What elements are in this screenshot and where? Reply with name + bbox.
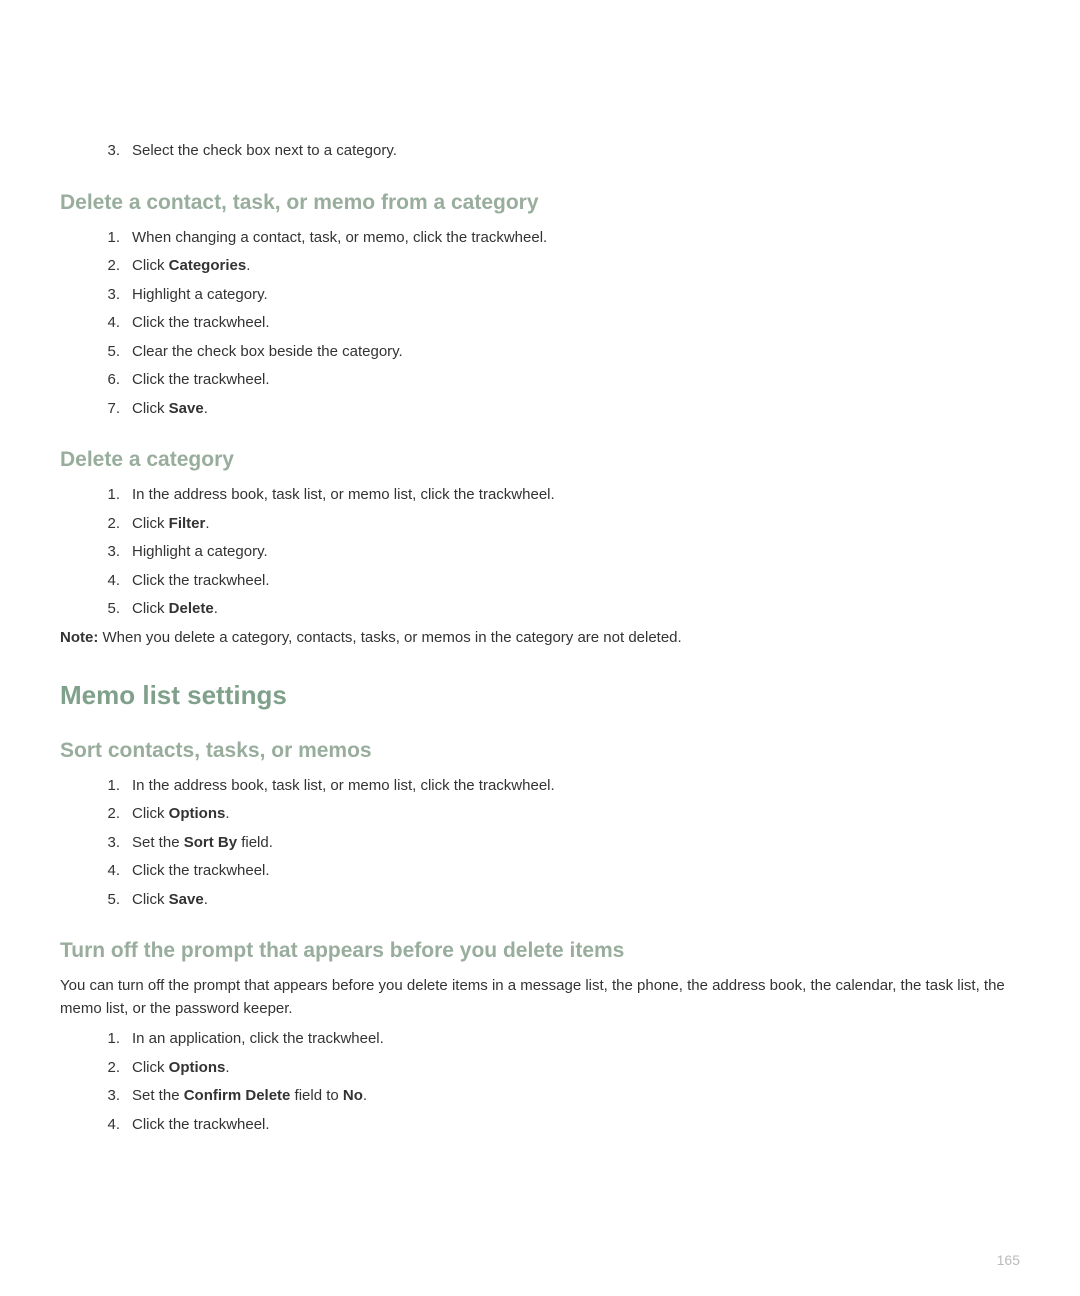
step-number: 1. bbox=[96, 227, 132, 250]
list-item: 5.Click Save. bbox=[60, 889, 1020, 912]
list-item: 4.Click the trackwheel. bbox=[60, 570, 1020, 593]
step-number: 1. bbox=[96, 775, 132, 798]
list-item: 5.Clear the check box beside the categor… bbox=[60, 341, 1020, 364]
bold-term: Delete bbox=[169, 600, 214, 617]
step-text: Click Categories. bbox=[132, 255, 1020, 278]
step-text: Click the trackwheel. bbox=[132, 369, 1020, 392]
subheading-delete-category: Delete a category bbox=[60, 448, 1020, 472]
step-text: Click the trackwheel. bbox=[132, 1114, 1020, 1137]
list-item: 4.Click the trackwheel. bbox=[60, 1114, 1020, 1137]
list-item: 7.Click Save. bbox=[60, 398, 1020, 421]
step-number: 4. bbox=[96, 570, 132, 593]
step-text: Select the check box next to a category. bbox=[132, 140, 1020, 163]
step-text: Click Filter. bbox=[132, 513, 1020, 536]
bold-term: Options bbox=[169, 805, 226, 822]
list-item: 1.In the address book, task list, or mem… bbox=[60, 484, 1020, 507]
step-text: Click the trackwheel. bbox=[132, 312, 1020, 335]
steps-list: 1.In the address book, task list, or mem… bbox=[60, 484, 1020, 621]
step-text: In an application, click the trackwheel. bbox=[132, 1028, 1020, 1051]
intro-paragraph: You can turn off the prompt that appears… bbox=[60, 975, 1020, 1020]
subheading-turn-off-prompt: Turn off the prompt that appears before … bbox=[60, 939, 1020, 963]
heading-memo-list-settings: Memo list settings bbox=[60, 680, 1020, 711]
step-number: 5. bbox=[96, 598, 132, 621]
step-text: Highlight a category. bbox=[132, 284, 1020, 307]
step-number: 6. bbox=[96, 369, 132, 392]
subheading-delete-contact: Delete a contact, task, or memo from a c… bbox=[60, 191, 1020, 215]
bold-term: No bbox=[343, 1087, 363, 1104]
step-number: 4. bbox=[96, 1114, 132, 1137]
step-number: 3. bbox=[96, 284, 132, 307]
step-text: Click the trackwheel. bbox=[132, 570, 1020, 593]
step-text: Click Options. bbox=[132, 803, 1020, 826]
step-text: Click Save. bbox=[132, 398, 1020, 421]
step-number: 3. bbox=[96, 140, 132, 163]
step-number: 2. bbox=[96, 255, 132, 278]
list-item: 2.Click Categories. bbox=[60, 255, 1020, 278]
bold-term: Filter bbox=[169, 515, 206, 532]
step-text: Click the trackwheel. bbox=[132, 860, 1020, 883]
step-number: 5. bbox=[96, 889, 132, 912]
step-text: Set the Confirm Delete field to No. bbox=[132, 1085, 1020, 1108]
steps-list: 1.In the address book, task list, or mem… bbox=[60, 775, 1020, 912]
step-number: 3. bbox=[96, 832, 132, 855]
list-item: 3.Highlight a category. bbox=[60, 541, 1020, 564]
list-item: 3.Set the Confirm Delete field to No. bbox=[60, 1085, 1020, 1108]
step-number: 3. bbox=[96, 1085, 132, 1108]
note-body: When you delete a category, contacts, ta… bbox=[98, 629, 681, 646]
step-text: Click Delete. bbox=[132, 598, 1020, 621]
step-number: 2. bbox=[96, 803, 132, 826]
page-number: 165 bbox=[997, 1252, 1020, 1268]
subheading-sort-contacts: Sort contacts, tasks, or memos bbox=[60, 739, 1020, 763]
step-text: Clear the check box beside the category. bbox=[132, 341, 1020, 364]
step-number: 2. bbox=[96, 1057, 132, 1080]
step-text: Click Save. bbox=[132, 889, 1020, 912]
bold-term: Save bbox=[169, 400, 204, 417]
step-number: 4. bbox=[96, 860, 132, 883]
bold-term: Categories bbox=[169, 257, 247, 274]
list-item: 2.Click Options. bbox=[60, 803, 1020, 826]
bold-term: Sort By bbox=[184, 834, 237, 851]
list-item: 5.Click Delete. bbox=[60, 598, 1020, 621]
step-text: Click Options. bbox=[132, 1057, 1020, 1080]
list-item: 2.Click Options. bbox=[60, 1057, 1020, 1080]
list-item: 3. Select the check box next to a catego… bbox=[60, 140, 1020, 163]
bold-term: Save bbox=[169, 891, 204, 908]
note-text: Note: When you delete a category, contac… bbox=[60, 629, 1020, 646]
step-number: 7. bbox=[96, 398, 132, 421]
step-number: 1. bbox=[96, 1028, 132, 1051]
list-item: 2.Click Filter. bbox=[60, 513, 1020, 536]
list-item: 3.Highlight a category. bbox=[60, 284, 1020, 307]
step-text: Highlight a category. bbox=[132, 541, 1020, 564]
step-text: In the address book, task list, or memo … bbox=[132, 484, 1020, 507]
bold-term: Confirm Delete bbox=[184, 1087, 291, 1104]
list-item: 4.Click the trackwheel. bbox=[60, 860, 1020, 883]
step-number: 3. bbox=[96, 541, 132, 564]
list-item: 1.In an application, click the trackwhee… bbox=[60, 1028, 1020, 1051]
steps-list: 1.In an application, click the trackwhee… bbox=[60, 1028, 1020, 1136]
list-item: 6.Click the trackwheel. bbox=[60, 369, 1020, 392]
list-item: 3.Set the Sort By field. bbox=[60, 832, 1020, 855]
list-item: 4.Click the trackwheel. bbox=[60, 312, 1020, 335]
step-number: 1. bbox=[96, 484, 132, 507]
step-text: When changing a contact, task, or memo, … bbox=[132, 227, 1020, 250]
note-label: Note: bbox=[60, 629, 98, 646]
list-item: 1.When changing a contact, task, or memo… bbox=[60, 227, 1020, 250]
list-item: 1.In the address book, task list, or mem… bbox=[60, 775, 1020, 798]
bold-term: Options bbox=[169, 1059, 226, 1076]
step-text: In the address book, task list, or memo … bbox=[132, 775, 1020, 798]
step-number: 2. bbox=[96, 513, 132, 536]
step-number: 5. bbox=[96, 341, 132, 364]
step-number: 4. bbox=[96, 312, 132, 335]
step-text: Set the Sort By field. bbox=[132, 832, 1020, 855]
document-page: 3. Select the check box next to a catego… bbox=[0, 0, 1080, 1296]
steps-list: 1.When changing a contact, task, or memo… bbox=[60, 227, 1020, 421]
